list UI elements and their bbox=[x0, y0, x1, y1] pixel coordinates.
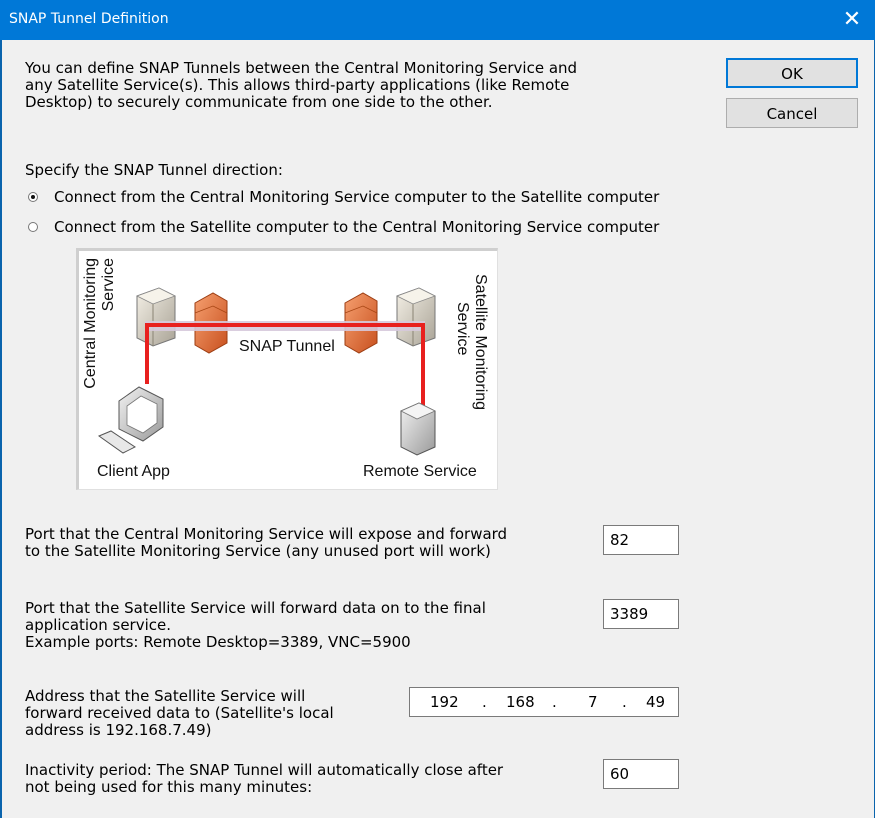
ip-dot: . bbox=[482, 693, 487, 711]
ip-octet-2[interactable]: 168 bbox=[506, 688, 535, 716]
server-icon bbox=[395, 287, 437, 347]
close-icon[interactable]: ✕ bbox=[829, 0, 875, 40]
satellite-label: Satellite MonitoringService bbox=[454, 274, 489, 410]
ip-address-field[interactable]: 192 . 168 . 7 . 49 bbox=[409, 687, 679, 717]
title-bar[interactable]: SNAP Tunnel Definition ✕ bbox=[0, 0, 875, 40]
ip-dot: . bbox=[552, 693, 557, 711]
inactivity-input[interactable]: 60 bbox=[603, 759, 679, 789]
cancel-button[interactable]: Cancel bbox=[726, 98, 858, 128]
window-title: SNAP Tunnel Definition bbox=[9, 11, 169, 27]
client-app-label: Client App bbox=[97, 463, 170, 480]
dialog-window: SNAP Tunnel Definition ✕ You can define … bbox=[0, 0, 875, 818]
remote-server-icon bbox=[400, 402, 436, 456]
ip-octet-3[interactable]: 7 bbox=[588, 688, 598, 716]
address-label: Address that the Satellite Service will … bbox=[25, 687, 334, 739]
direction-option-label[interactable]: Connect from the Satellite computer to t… bbox=[54, 219, 659, 236]
forward-port-label: Port that the Satellite Service will for… bbox=[25, 599, 486, 651]
intro-text: You can define SNAP Tunnels between the … bbox=[25, 59, 578, 111]
tunnel-diagram-svg: Central MonitoringService Satellite Moni… bbox=[82, 258, 489, 480]
direction-option-label[interactable]: Connect from the Central Monitoring Serv… bbox=[54, 189, 659, 206]
ip-octet-1[interactable]: 192 bbox=[430, 688, 459, 716]
remote-service-label: Remote Service bbox=[363, 463, 477, 480]
ip-dot: . bbox=[622, 693, 627, 711]
central-label: Central MonitoringService bbox=[82, 258, 117, 389]
radio-button-selected[interactable] bbox=[28, 192, 38, 202]
inactivity-label: Inactivity period: The SNAP Tunnel will … bbox=[25, 761, 504, 796]
ip-octet-4[interactable]: 49 bbox=[646, 688, 665, 716]
expose-port-label: Port that the Central Monitoring Service… bbox=[25, 525, 508, 560]
radio-button[interactable] bbox=[28, 222, 38, 232]
expose-port-input[interactable]: 82 bbox=[603, 525, 679, 555]
ok-button[interactable]: OK bbox=[726, 58, 858, 88]
direction-heading: Specify the SNAP Tunnel direction: bbox=[25, 161, 283, 179]
tunnel-label: SNAP Tunnel bbox=[239, 338, 335, 355]
tunnel-diagram: Central MonitoringService Satellite Moni… bbox=[76, 248, 498, 490]
monitor-icon bbox=[118, 386, 164, 442]
server-icon bbox=[135, 287, 177, 347]
window-border-left bbox=[0, 40, 2, 818]
forward-port-input[interactable]: 3389 bbox=[603, 599, 679, 629]
